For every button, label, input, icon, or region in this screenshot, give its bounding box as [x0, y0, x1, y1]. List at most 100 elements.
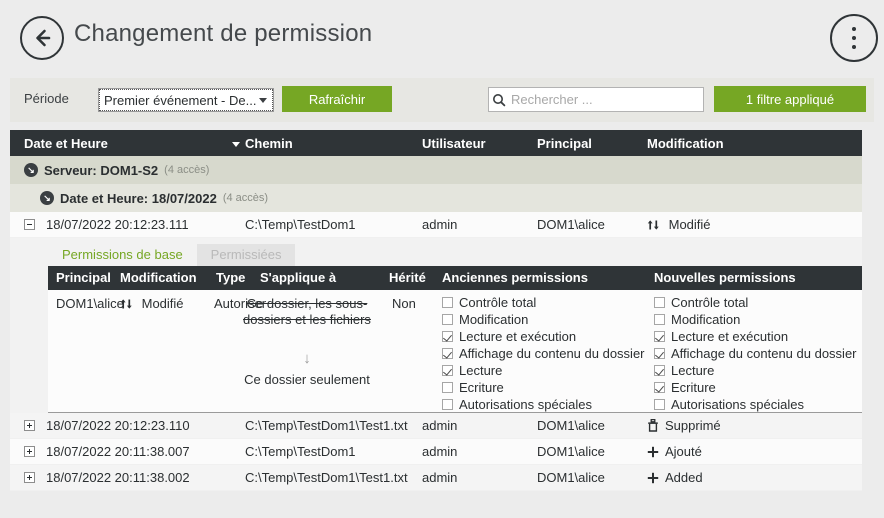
- search-input[interactable]: [511, 92, 693, 107]
- page-title: Changement de permission: [74, 20, 372, 48]
- app-root: Changement de permission Période Premier…: [0, 0, 884, 518]
- cell-principal: DOM1\alice: [537, 418, 605, 433]
- more-options-button[interactable]: [830, 14, 878, 62]
- col-new-permissions[interactable]: Nouvelles permissions: [654, 270, 796, 285]
- trash-icon: [647, 419, 659, 432]
- checkbox-unchecked-icon[interactable]: [654, 297, 665, 308]
- cell-user: admin: [422, 444, 457, 459]
- column-header-user[interactable]: Utilisateur: [422, 136, 486, 151]
- sort-descending-caret-icon[interactable]: [232, 142, 240, 147]
- cell-user: admin: [422, 470, 457, 485]
- cell-datetime: 18/07/2022 20:11:38.002: [46, 470, 190, 485]
- checkbox-checked-icon[interactable]: [654, 365, 665, 376]
- expand-row-toggle[interactable]: [24, 420, 35, 431]
- group-row-date[interactable]: ↘ Date et Heure: 18/07/2022 (4 accès): [10, 184, 862, 212]
- arrow-down-icon: ↓: [243, 350, 371, 367]
- permissions-table-body: DOM1\alice Modifié Autoriser Ce dossier,…: [48, 290, 862, 412]
- permission-item[interactable]: Affichage du contenu du dossier: [654, 345, 857, 362]
- permission-label: Modification: [459, 312, 528, 327]
- permission-item[interactable]: Modification: [654, 311, 857, 328]
- cell-modification: Modifié: [647, 217, 711, 232]
- group-row-server[interactable]: ↘ Serveur: DOM1-S2 (4 accès): [10, 156, 862, 184]
- checkbox-unchecked-icon[interactable]: [442, 382, 453, 393]
- permission-item[interactable]: Modification: [442, 311, 645, 328]
- table-row[interactable]: 18/07/2022 20:11:38.002C:\Temp\TestDom1\…: [10, 465, 862, 491]
- permission-label: Contrôle total: [671, 295, 748, 310]
- permission-item[interactable]: Affichage du contenu du dossier: [442, 345, 645, 362]
- permission-item[interactable]: Lecture: [654, 362, 857, 379]
- col-applies-to[interactable]: S'applique à: [260, 270, 336, 285]
- cell-path: C:\Temp\TestDom1: [245, 444, 356, 459]
- permission-item[interactable]: Ecriture: [442, 379, 645, 396]
- checkbox-unchecked-icon[interactable]: [654, 399, 665, 410]
- permission-item[interactable]: Contrôle total: [654, 294, 857, 311]
- checkbox-checked-icon[interactable]: [442, 365, 453, 376]
- checkbox-unchecked-icon[interactable]: [442, 399, 453, 410]
- detail-cell-modification: Modifié: [120, 296, 184, 311]
- permission-item[interactable]: Ecriture: [654, 379, 857, 396]
- permission-item[interactable]: Lecture: [442, 362, 645, 379]
- permission-item[interactable]: Lecture et exécution: [654, 328, 857, 345]
- column-header-path[interactable]: Chemin: [245, 136, 293, 151]
- checkbox-checked-icon[interactable]: [654, 382, 665, 393]
- column-header-principal[interactable]: Principal: [537, 136, 592, 151]
- permission-item[interactable]: Lecture et exécution: [442, 328, 645, 345]
- col-old-permissions[interactable]: Anciennes permissions: [442, 270, 588, 285]
- swap-arrows-icon: [647, 219, 660, 231]
- cell-principal: DOM1\alice: [537, 470, 605, 485]
- detail-cell-applies-to-old: Ce dossier, les sous-dossiers et les fic…: [243, 296, 371, 328]
- permission-item[interactable]: Contrôle total: [442, 294, 645, 311]
- col-type[interactable]: Type: [216, 270, 245, 285]
- tab-permissiees[interactable]: Permissiées: [197, 244, 296, 266]
- back-button[interactable]: [20, 16, 64, 60]
- refresh-button[interactable]: Rafraîchir: [282, 86, 392, 112]
- checkbox-checked-icon[interactable]: [654, 331, 665, 342]
- group-label-date: Date et Heure: 18/07/2022: [60, 191, 217, 206]
- collapse-row-toggle[interactable]: [24, 219, 35, 230]
- permission-label: Modification: [671, 312, 740, 327]
- cell-user: admin: [422, 418, 457, 433]
- period-select-value: Premier événement - De...: [104, 93, 256, 108]
- checkbox-unchecked-icon[interactable]: [654, 314, 665, 325]
- col-principal[interactable]: Principal: [56, 270, 111, 285]
- col-inherited[interactable]: Hérité: [389, 270, 426, 285]
- checkbox-checked-icon[interactable]: [442, 331, 453, 342]
- permission-item[interactable]: Autorisations spéciales: [654, 396, 857, 413]
- table-row[interactable]: 18/07/2022 20:11:38.007 C:\Temp\TestDom1 a…: [10, 439, 862, 465]
- tab-permissions-de-base[interactable]: Permissions de base: [48, 244, 197, 266]
- permission-label: Ecriture: [671, 380, 716, 395]
- permission-label: Lecture: [671, 363, 714, 378]
- search-icon: [489, 92, 511, 108]
- cell-principal: DOM1\alice: [537, 444, 605, 459]
- grid-header-row: Date et Heure Chemin Utilisateur Princip…: [10, 130, 862, 156]
- cell-datetime: 18/07/2022 20:11:38.007: [46, 444, 190, 459]
- checkbox-unchecked-icon[interactable]: [442, 314, 453, 325]
- search-box[interactable]: [488, 87, 704, 112]
- events-grid: Date et Heure Chemin Utilisateur Princip…: [10, 130, 862, 491]
- expand-row-toggle[interactable]: [24, 472, 35, 483]
- cell-path: C:\Temp\TestDom1: [245, 217, 356, 232]
- plus-icon: [647, 446, 659, 458]
- more-vertical-icon: [852, 25, 856, 52]
- title-bar: Changement de permission: [0, 0, 884, 76]
- col-modification[interactable]: Modification: [120, 270, 197, 285]
- permissions-table-header: Principal Modification Type S'applique à…: [48, 266, 862, 290]
- period-select[interactable]: Premier événement - De...: [98, 88, 274, 112]
- cell-modification-label: Added: [665, 470, 703, 485]
- table-row[interactable]: 18/07/2022 20:12:23.110C:\Temp\TestDom1\…: [10, 413, 862, 439]
- table-row-expanded[interactable]: 18/07/2022 20:12:23.111 C:\Temp\TestDom1…: [10, 212, 862, 238]
- column-header-modification[interactable]: Modification: [647, 136, 724, 151]
- permission-item[interactable]: Autorisations spéciales: [442, 396, 645, 413]
- cell-user: admin: [422, 217, 457, 232]
- permission-label: Ecriture: [459, 380, 504, 395]
- column-header-datetime[interactable]: Date et Heure: [24, 136, 108, 151]
- row-detail-panel: Permissions de base Permissiées Principa…: [10, 238, 862, 413]
- cell-datetime: 18/07/2022 20:12:23.111: [46, 217, 189, 232]
- detail-cell-modification-label: Modifié: [142, 296, 184, 311]
- checkbox-unchecked-icon[interactable]: [442, 297, 453, 308]
- cell-modification-label: Ajouté: [665, 444, 702, 459]
- checkbox-checked-icon[interactable]: [654, 348, 665, 359]
- checkbox-checked-icon[interactable]: [442, 348, 453, 359]
- filter-applied-button[interactable]: 1 filtre appliqué: [714, 86, 866, 112]
- expand-row-toggle[interactable]: [24, 446, 35, 457]
